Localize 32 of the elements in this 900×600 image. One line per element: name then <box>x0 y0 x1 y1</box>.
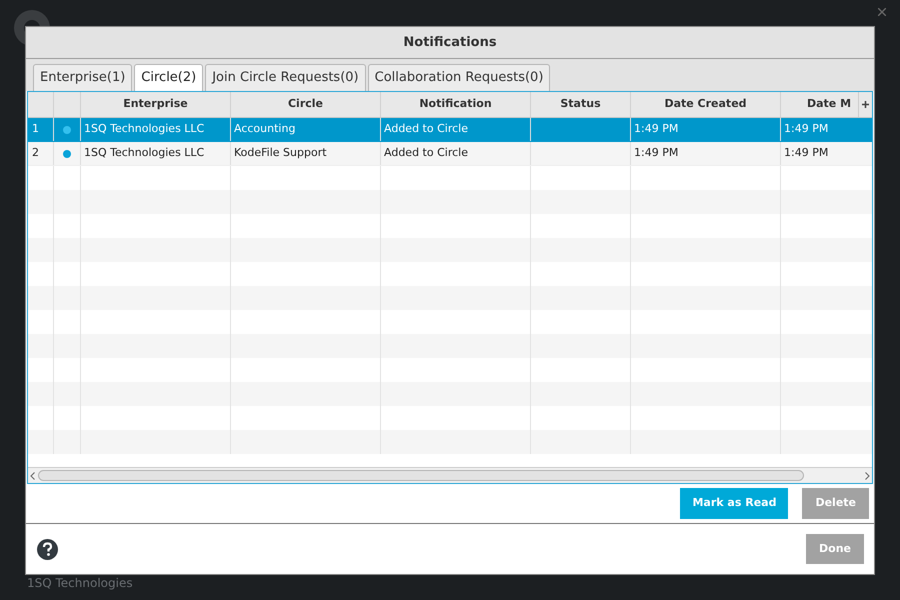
tab[interactable]: Join Circle Requests(0) <box>205 64 366 91</box>
column-header[interactable]: Enterprise <box>123 96 188 113</box>
table-cell-text: 1:49 PM <box>634 145 678 162</box>
tab[interactable]: Circle(2) <box>134 64 204 91</box>
company-name: 1SQ Technologies <box>27 575 133 592</box>
scroll-right-icon[interactable] <box>865 472 870 480</box>
column-header[interactable]: Date Created <box>664 96 747 113</box>
row-number: 1 <box>32 121 39 138</box>
scroll-left-icon[interactable] <box>30 472 35 480</box>
table-cell-text: Added to Circle <box>384 145 468 162</box>
tab[interactable]: Collaboration Requests(0) <box>368 64 550 91</box>
column-header[interactable]: Notification <box>419 96 492 113</box>
table-cell-text: 1:49 PM <box>634 121 678 138</box>
column-header[interactable]: Circle <box>288 96 324 113</box>
plus-icon <box>862 101 869 108</box>
add-column-button[interactable] <box>858 92 872 117</box>
row-number: 2 <box>32 145 39 162</box>
column-header[interactable]: Status <box>560 96 601 113</box>
table-cell-text: 1SQ Technologies LLC <box>84 145 204 162</box>
column-header[interactable]: Date M <box>807 96 852 113</box>
table-row[interactable]: 2 1SQ Technologies LLC KodeFile Support Added to Circle 1:49 PM 1:49 PM <box>28 142 872 166</box>
table-cell-text: KodeFile Support <box>234 145 327 162</box>
help-icon[interactable] <box>37 538 58 560</box>
tab[interactable]: Enterprise(1) <box>33 64 132 91</box>
table-cell-text: 1:49 PM <box>784 145 828 162</box>
table-cell-text: Added to Circle <box>384 121 468 138</box>
window-title: Notifications <box>403 34 497 52</box>
horizontal-scrollbar[interactable] <box>28 467 872 483</box>
table-cell-text: 1:49 PM <box>784 121 828 138</box>
close-icon[interactable] <box>878 8 886 16</box>
table-cell-text: Accounting <box>234 121 296 138</box>
table-cell-text: 1SQ Technologies LLC <box>84 121 204 138</box>
